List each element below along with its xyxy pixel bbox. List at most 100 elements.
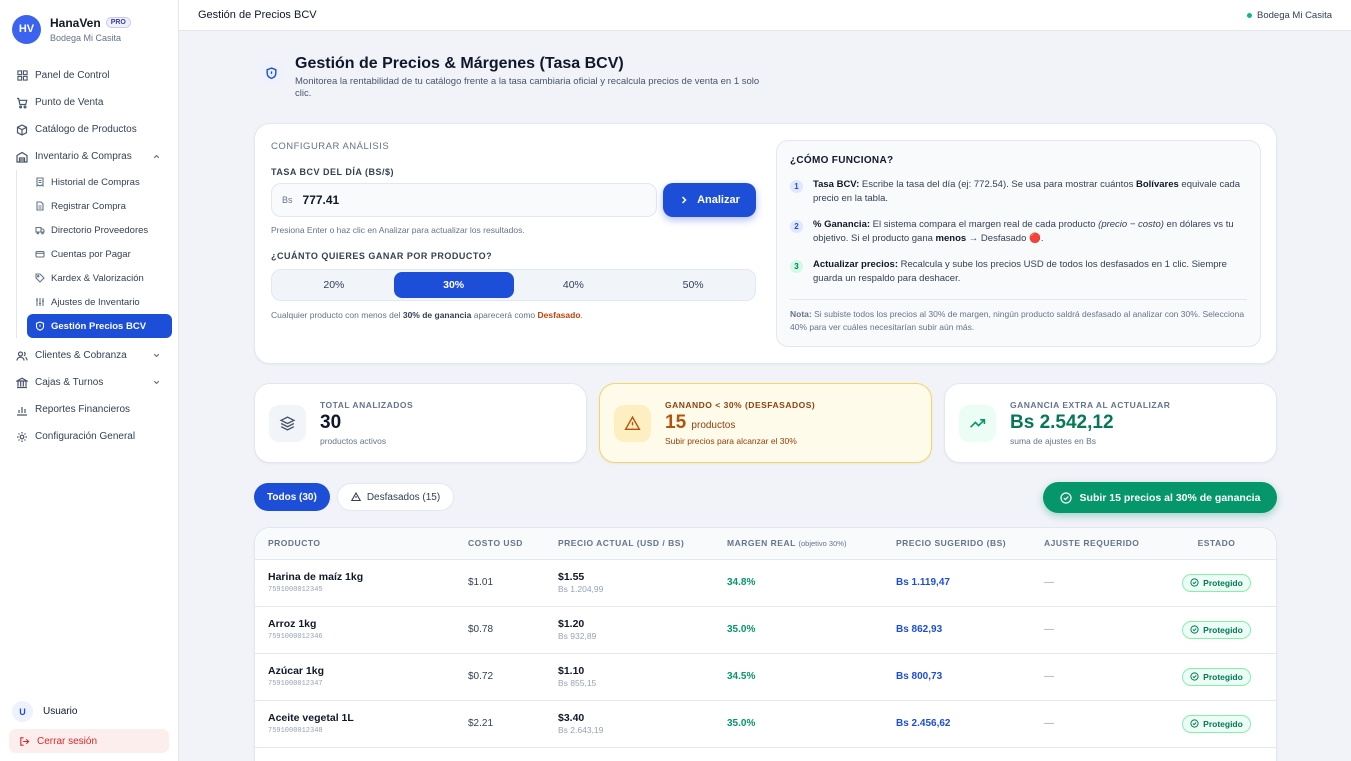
- sidebar-item-suppliers[interactable]: Directorio Proveedores: [27, 218, 178, 242]
- cell-status: Protegido: [1157, 559, 1276, 607]
- cell-product: Azúcar 1kg 7591000012347: [255, 653, 455, 701]
- bank-icon: [16, 377, 28, 389]
- price-usd: $1.20: [558, 618, 585, 630]
- layers-icon: [269, 404, 306, 442]
- margin-option-40[interactable]: 40%: [514, 272, 634, 298]
- status-label: Protegido: [1203, 671, 1243, 682]
- margin-selector: 20% 30% 40% 50%: [271, 269, 756, 301]
- margin-option-30[interactable]: 30%: [393, 272, 514, 298]
- sidebar-nav: Panel de Control Punto de Venta Catálogo…: [0, 62, 178, 450]
- margin-option-20[interactable]: 20%: [274, 272, 394, 298]
- status-badge: Protegido: [1182, 667, 1251, 686]
- col-suggested: PRECIO SUGERIDO (BS): [883, 528, 1031, 560]
- price-bs: Bs 932,89: [558, 631, 597, 641]
- sidebar-item-label: Kardex & Valorización: [51, 272, 144, 284]
- sidebar-item-payables[interactable]: Cuentas por Pagar: [27, 242, 178, 266]
- price-usd: $1.55: [558, 571, 585, 583]
- user-profile[interactable]: U Usuario: [12, 701, 77, 722]
- tab-all[interactable]: Todos (30): [254, 483, 330, 511]
- cell-status: Protegido: [1157, 653, 1276, 701]
- stat-sub: Subir precios para alcanzar el 30%: [665, 436, 797, 446]
- stat-sub: suma de ajustes en Bs: [1010, 436, 1096, 446]
- sidebar-item-inventory[interactable]: Inventario & Compras: [0, 143, 178, 170]
- price-bs: Bs 1.204,99: [558, 584, 604, 594]
- page-header: Gestión de Precios & Márgenes (Tasa BCV)…: [260, 55, 765, 100]
- step-number: 2: [790, 220, 803, 233]
- sidebar-item-kardex[interactable]: Kardex & Valorización: [27, 266, 178, 290]
- warning-icon: [350, 491, 361, 502]
- pro-badge: PRO: [105, 17, 131, 28]
- divider: [790, 299, 1247, 300]
- cell-product: Café molido 250g: [255, 747, 455, 761]
- brand: HV HanaVen PRO Bodega Mi Casita: [0, 0, 178, 46]
- step-text: Tasa BCV: Escribe la tasa del día (ej: 7…: [813, 179, 1241, 204]
- bulk-update-button[interactable]: Subir 15 precios al 30% de ganancia: [1043, 482, 1277, 513]
- step-number: 3: [790, 260, 803, 273]
- stat-extra-profit: GANANCIA EXTRA AL ACTUALIZAR Bs 2.542,12…: [944, 383, 1277, 463]
- price-usd: $1.10: [558, 665, 585, 677]
- rate-field[interactable]: Bs: [271, 183, 657, 217]
- product-code: 7591000012345: [268, 586, 323, 594]
- sidebar-item-label: Historial de Compras: [51, 176, 140, 188]
- cell-product: Arroz 1kg 7591000012346: [255, 606, 455, 654]
- cell-suggested: Bs 862,93: [883, 606, 1031, 654]
- check-circle-icon: [1190, 719, 1199, 728]
- sidebar: HV HanaVen PRO Bodega Mi Casita Panel de …: [0, 0, 179, 761]
- sidebar-item-cash[interactable]: Cajas & Turnos: [0, 369, 178, 396]
- stat-label: TOTAL ANALIZADOS: [320, 400, 414, 410]
- sidebar-item-label: Catálogo de Productos: [35, 124, 137, 135]
- sidebar-item-catalog[interactable]: Catálogo de Productos: [0, 116, 178, 143]
- sidebar-item-bcv-prices[interactable]: Gestión Precios BCV: [27, 314, 172, 338]
- section-label: Configurar Análisis: [271, 141, 390, 152]
- store-indicator: Bodega Mi Casita: [1247, 10, 1332, 21]
- bulk-label: Subir 15 precios al 30% de ganancia: [1079, 491, 1261, 504]
- grid-icon: [16, 70, 28, 82]
- analyze-button[interactable]: Analizar: [663, 183, 756, 217]
- how-title: ¿CÓMO FUNCIONA?: [790, 155, 894, 166]
- topbar: Gestión de Precios BCV Bodega Mi Casita: [179, 0, 1351, 31]
- note-text: .: [580, 310, 583, 320]
- sidebar-item-pos[interactable]: Punto de Venta: [0, 89, 178, 116]
- margin-option-50[interactable]: 50%: [633, 272, 753, 298]
- logout-label: Cerrar sesión: [37, 735, 98, 747]
- status-label: Protegido: [1203, 718, 1243, 729]
- cell-price: $1.10 Bs 855,15: [545, 653, 714, 701]
- sidebar-item-reports[interactable]: Reportes Financieros: [0, 396, 178, 423]
- table-row[interactable]: Arroz 1kg 7591000012346 $0.78 $1.20 Bs 932,8…: [255, 606, 1276, 654]
- table-row[interactable]: Café molido 250g $0.00: [255, 747, 1276, 761]
- sidebar-item-label: Clientes & Cobranza: [35, 350, 127, 361]
- table-row[interactable]: Azúcar 1kg 7591000012347 $0.72 $1.10 Bs 855,…: [255, 653, 1276, 701]
- products-table: PRODUCTO COSTO USD PRECIO ACTUAL (USD / …: [255, 528, 1276, 761]
- page-title: Gestión de Precios BCV: [198, 9, 317, 21]
- cell-status: Protegido: [1157, 606, 1276, 654]
- sidebar-item-adjustments[interactable]: Ajustes de Inventario: [27, 290, 178, 314]
- sidebar-item-clients[interactable]: Clientes & Cobranza: [0, 342, 178, 369]
- rate-input[interactable]: [302, 193, 603, 207]
- bar-chart-icon: [16, 404, 28, 416]
- col-margin: MARGEN REAL (objetivo 30%): [714, 528, 883, 560]
- sidebar-item-register-purchase[interactable]: Registrar Compra: [27, 194, 178, 218]
- tab-outdated[interactable]: Desfasados (15): [336, 483, 455, 511]
- analyze-label: Analizar: [697, 194, 740, 206]
- truck-icon: [35, 225, 45, 235]
- how-it-works-panel: ¿CÓMO FUNCIONA? 1 Tasa BCV: Escribe la t…: [776, 140, 1261, 347]
- sidebar-item-label: Configuración General: [35, 431, 136, 442]
- product-name: Arroz 1kg: [268, 618, 317, 630]
- cell-price: $0.00: [545, 747, 714, 761]
- tab-label: Desfasados (15): [366, 491, 441, 503]
- stat-value: 15: [665, 412, 687, 433]
- step-number: 1: [790, 180, 803, 193]
- table-row[interactable]: Harina de maíz 1kg 7591000012345 $1.01 $1.5…: [255, 559, 1276, 607]
- check-circle-icon: [1190, 672, 1199, 681]
- gear-icon: [16, 431, 28, 443]
- cell-suggested: Bs 2.456,62: [883, 700, 1031, 748]
- stat-outdated: GANANDO < 30% (DESFASADOS) 15 productos …: [599, 383, 932, 463]
- note-bold: 30% de ganancia: [402, 310, 472, 320]
- sidebar-item-panel[interactable]: Panel de Control: [0, 62, 178, 89]
- how-step: 3 Actualizar precios: Recalcula y sube l…: [790, 258, 1247, 286]
- sliders-icon: [35, 297, 45, 307]
- sidebar-item-purchase-history[interactable]: Historial de Compras: [27, 170, 178, 194]
- table-row[interactable]: Aceite vegetal 1L 7591000012348 $2.21 $3.40…: [255, 700, 1276, 748]
- sidebar-item-settings[interactable]: Configuración General: [0, 423, 178, 450]
- logout-button[interactable]: Cerrar sesión: [9, 729, 169, 753]
